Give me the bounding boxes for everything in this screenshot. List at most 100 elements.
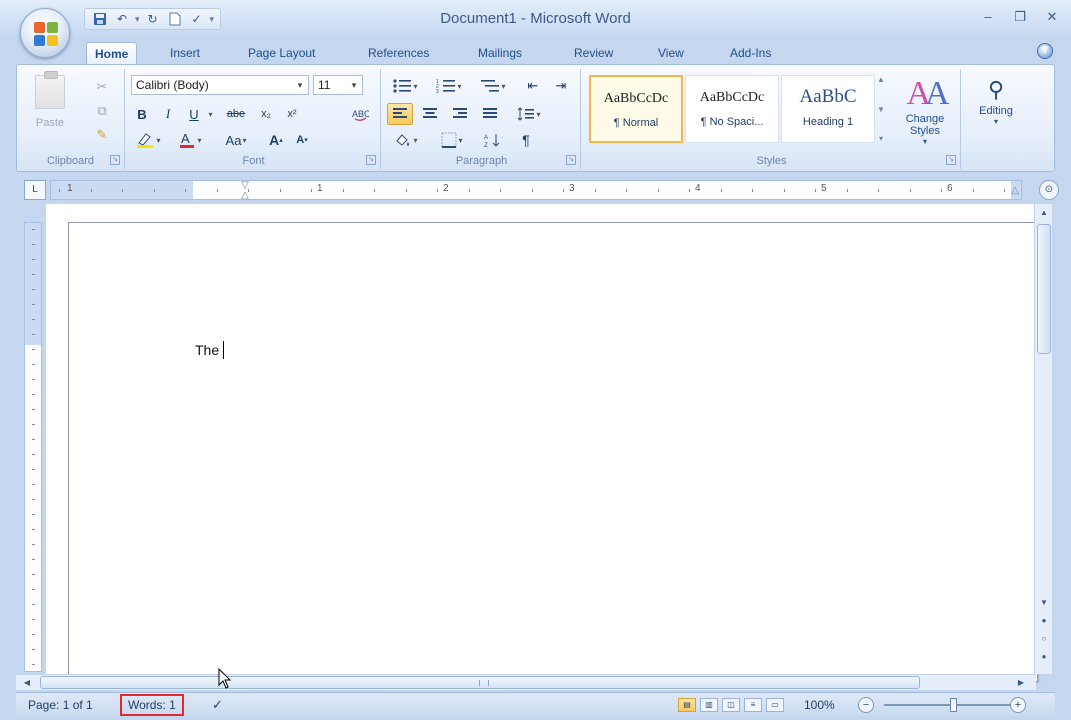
style-heading-1[interactable]: AaBbC Heading 1 [781, 75, 875, 143]
align-left-button[interactable] [387, 103, 413, 125]
copy-icon[interactable]: ⧉ [91, 101, 113, 121]
svg-text:Z: Z [484, 143, 488, 148]
numbering-button[interactable]: 1 2 3 ▾ [429, 75, 469, 97]
previous-page-icon[interactable]: ● [1037, 614, 1051, 628]
clipboard-group: Paste ✂ ⧉ ✎ Clipboard ↘ [17, 69, 125, 169]
font-name-combo[interactable]: Calibri (Body) ▾ [131, 75, 309, 95]
document-text[interactable]: The [195, 341, 225, 359]
minimize-icon[interactable]: – [977, 8, 999, 26]
editing-button[interactable]: ⚲ Editing ▾ [971, 75, 1021, 155]
right-indent-marker-icon[interactable]: △ [1011, 185, 1019, 196]
styles-launcher-icon[interactable]: ↘ [946, 155, 956, 165]
zoom-level[interactable]: 100% [804, 697, 835, 713]
full-screen-reading-view-icon[interactable]: ▥ [700, 698, 718, 712]
sort-button[interactable]: AZ [479, 129, 507, 151]
font-launcher-icon[interactable]: ↘ [366, 155, 376, 165]
zoom-in-icon[interactable]: + [1010, 697, 1026, 713]
document-page[interactable]: The [68, 222, 1038, 682]
scroll-down-icon[interactable]: ▼ [1037, 596, 1051, 610]
highlight-color-button[interactable]: ▾ [131, 129, 165, 151]
paste-button[interactable]: Paste [27, 71, 73, 143]
show-formatting-marks-button[interactable]: ¶ [513, 129, 539, 151]
tab-view[interactable]: View [650, 42, 692, 64]
tab-home[interactable]: Home [86, 42, 138, 64]
font-size-combo[interactable]: 11 ▾ [313, 75, 363, 95]
style-name: Heading 1 [802, 116, 854, 128]
grow-font-button[interactable]: A ▴ [265, 129, 287, 151]
scroll-left-icon[interactable]: ◀ [20, 676, 34, 689]
chevron-down-icon: ▾ [536, 109, 541, 119]
next-page-icon[interactable]: ● [1037, 650, 1051, 664]
change-case-button[interactable]: Aa ▾ [217, 129, 255, 151]
gallery-more-icon[interactable]: ▾ [879, 134, 883, 143]
align-center-button[interactable] [417, 103, 443, 125]
zoom-out-icon[interactable]: − [858, 697, 874, 713]
ruler-tick [500, 189, 501, 192]
web-layout-view-icon[interactable]: ◫ [722, 698, 740, 712]
paragraph-launcher-icon[interactable]: ↘ [566, 155, 576, 165]
horizontal-scrollbar[interactable]: ◀ ▶ [16, 674, 1036, 690]
font-color-button[interactable]: A ▾ [173, 129, 207, 151]
tab-insert[interactable]: Insert [162, 42, 208, 64]
justify-button[interactable] [477, 103, 503, 125]
bold-button[interactable]: B [131, 103, 153, 125]
style-normal[interactable]: AaBbCcDc ¶ Normal [589, 75, 683, 143]
tab-page-layout[interactable]: Page Layout [240, 42, 323, 64]
ruler-tick [279, 189, 281, 192]
ruler-tick [720, 189, 722, 192]
outline-view-icon[interactable]: ≡ [744, 698, 762, 712]
clear-formatting-icon[interactable]: ABC [347, 103, 373, 125]
select-browse-object-icon[interactable]: ○ [1037, 632, 1051, 646]
style-no-spacing[interactable]: AaBbCcDc ¶ No Spaci... [685, 75, 779, 143]
decrease-indent-icon[interactable]: ⇤ [521, 75, 545, 97]
ruler-tick [122, 189, 123, 192]
horizontal-scroll-thumb[interactable] [40, 676, 920, 689]
zoom-slider-thumb[interactable] [950, 698, 957, 712]
line-spacing-button[interactable]: ▾ [511, 103, 547, 125]
indent-marker-icon[interactable]: ▽ △ [239, 181, 251, 201]
bullets-button[interactable]: ▾ [385, 75, 425, 97]
scroll-right-icon[interactable]: ▶ [1014, 676, 1028, 689]
cut-icon[interactable]: ✂ [91, 77, 113, 97]
zoom-slider[interactable] [884, 698, 1018, 712]
strikethrough-button[interactable]: abe [221, 103, 251, 125]
superscript-button[interactable]: x² [281, 103, 303, 125]
horizontal-ruler[interactable]: 1 1 2 3 4 5 6 ▽ △ △ [50, 180, 1022, 201]
italic-button[interactable]: I [157, 103, 179, 125]
gallery-up-icon[interactable]: ▲ [877, 75, 885, 84]
view-ruler-icon[interactable]: ⊙ [1039, 180, 1059, 200]
office-button[interactable] [20, 8, 70, 58]
tab-add-ins[interactable]: Add-Ins [722, 42, 779, 64]
help-icon[interactable]: ? [1037, 43, 1053, 59]
proofing-status-icon[interactable]: ✓ [212, 697, 223, 713]
shading-button[interactable]: ▾ [387, 129, 425, 151]
align-right-button[interactable] [447, 103, 473, 125]
underline-button[interactable]: U [183, 103, 205, 125]
ruler-tick [32, 244, 35, 245]
change-styles-button[interactable]: AA Change Styles ▾ [895, 75, 955, 155]
vertical-ruler[interactable] [24, 222, 42, 672]
draft-view-icon[interactable]: ▭ [766, 698, 784, 712]
word-count-status[interactable]: Words: 1 [120, 694, 184, 716]
tab-mailings[interactable]: Mailings [470, 42, 530, 64]
shrink-font-button[interactable]: A ▾ [291, 129, 313, 151]
underline-dropdown-icon[interactable]: ▾ [205, 103, 215, 125]
increase-indent-icon[interactable]: ⇥ [549, 75, 573, 97]
scroll-up-icon[interactable]: ▲ [1037, 206, 1051, 220]
vertical-scroll-thumb[interactable] [1037, 224, 1051, 354]
page-count-status[interactable]: Page: 1 of 1 [28, 697, 93, 713]
clipboard-launcher-icon[interactable]: ↘ [110, 155, 120, 165]
tab-review[interactable]: Review [566, 42, 621, 64]
close-icon[interactable]: ✕ [1041, 8, 1063, 26]
ruler-number: 1 [317, 183, 323, 194]
subscript-button[interactable]: x₂ [255, 103, 277, 125]
vertical-scrollbar[interactable]: ▲ ▼ ● ○ ● [1034, 204, 1052, 674]
multilevel-list-button[interactable]: ▾ [473, 75, 513, 97]
tab-references[interactable]: References [360, 42, 437, 64]
restore-icon[interactable]: ❐ [1009, 8, 1031, 26]
format-painter-icon[interactable]: ✎ [91, 125, 113, 145]
tab-selector-button[interactable]: L [24, 180, 46, 200]
gallery-down-icon[interactable]: ▼ [877, 105, 885, 114]
print-layout-view-icon[interactable]: ▤ [678, 698, 696, 712]
borders-button[interactable]: ▾ [433, 129, 471, 151]
